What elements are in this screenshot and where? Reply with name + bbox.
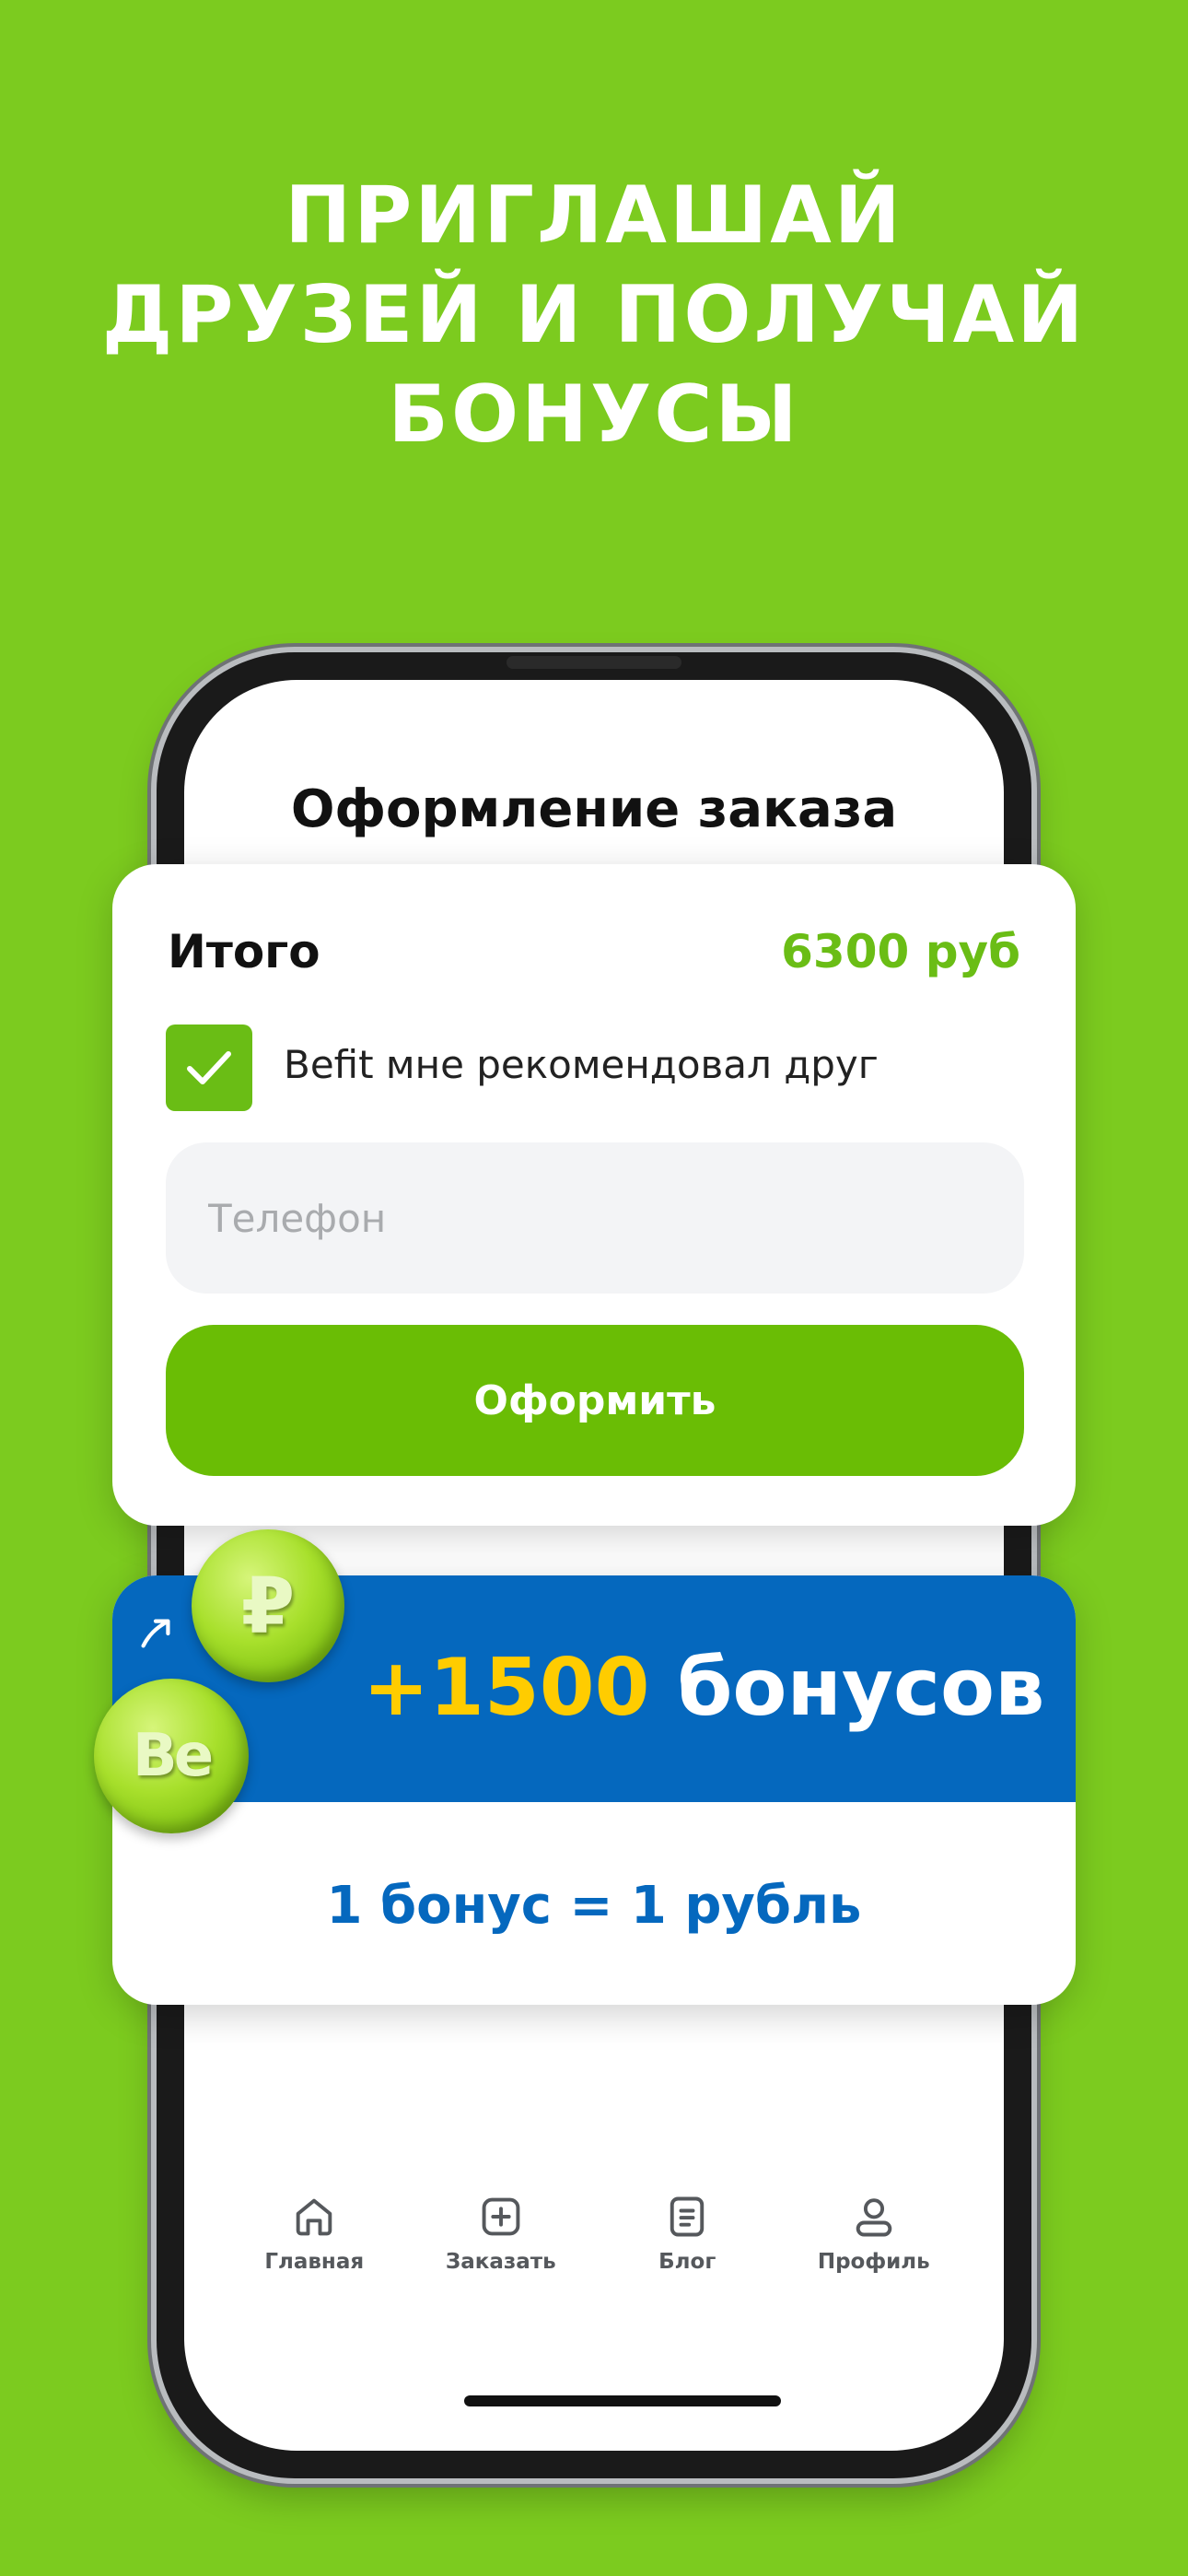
tab-blog[interactable]: Блог <box>604 2193 770 2322</box>
order-card: Итого 6300 руб Befit мне рекомендовал др… <box>112 864 1076 1526</box>
total-value: 6300 руб <box>781 925 1020 978</box>
arrow-up-right-icon <box>141 1619 170 1648</box>
tab-label: Блог <box>658 2250 716 2274</box>
bonus-rate: 1 бонус = 1 рубль <box>326 1876 862 1936</box>
phone-speaker <box>507 656 681 669</box>
home-indicator <box>464 2395 781 2406</box>
headline: ПРИГЛАШАЙ ДРУЗЕЙ И ПОЛУЧАЙ БОНУСЫ <box>0 166 1188 464</box>
tab-label: Главная <box>264 2250 365 2274</box>
screen-title: Оформление заказа <box>290 779 898 839</box>
bonus-unit: бонусов <box>677 1642 1045 1734</box>
checkmark-icon <box>187 1051 231 1084</box>
befit-coin-icon: Be <box>94 1679 249 1833</box>
referral-label: Befit мне рекомендовал друг <box>284 1042 879 1087</box>
total-label: Итого <box>168 925 320 978</box>
phone-input[interactable] <box>166 1142 1024 1294</box>
headline-line-2: ДРУЗЕЙ И ПОЛУЧАЙ <box>101 269 1087 361</box>
document-icon <box>670 2196 705 2237</box>
ruble-coin-icon: ₽ <box>192 1529 344 1682</box>
tab-label: Заказать <box>445 2250 556 2274</box>
tab-order[interactable]: Заказать <box>418 2193 584 2322</box>
bonus-amount: +1500 <box>363 1642 650 1734</box>
tab-home[interactable]: Главная <box>231 2193 397 2322</box>
tab-label: Профиль <box>817 2250 930 2274</box>
headline-line-3: БОНУСЫ <box>388 369 800 461</box>
bonus-headline: +1500 бонусов <box>363 1642 1044 1734</box>
referral-checkbox[interactable] <box>166 1025 252 1111</box>
tab-bar: Главная Заказать Блог Профиль <box>184 2193 1004 2322</box>
user-icon <box>856 2198 892 2237</box>
submit-order-button[interactable]: Оформить <box>166 1325 1024 1476</box>
headline-line-1: ПРИГЛАШАЙ <box>285 170 903 262</box>
tab-profile[interactable]: Профиль <box>791 2193 957 2322</box>
plus-square-icon <box>482 2197 520 2236</box>
home-icon <box>296 2198 332 2236</box>
